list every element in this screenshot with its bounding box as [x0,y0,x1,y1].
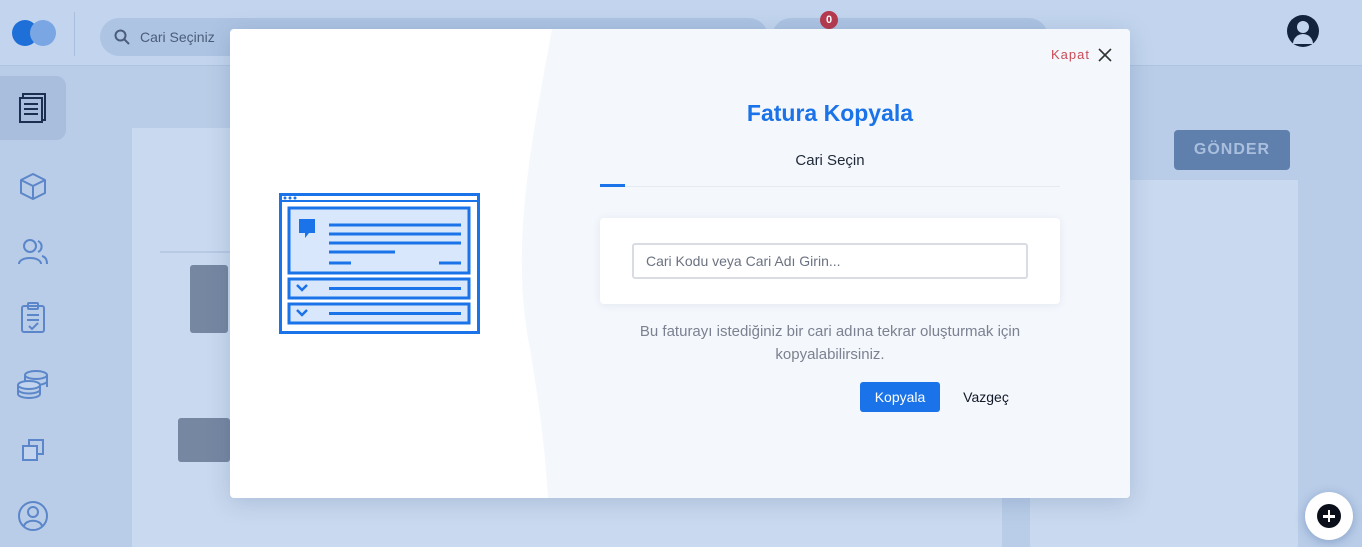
box-icon [20,173,46,200]
user-circle-icon [18,501,48,531]
divider [74,12,75,56]
cart-count-badge: 0 [820,11,838,29]
sidebar-item-customers[interactable] [0,220,66,284]
sidebar-item-invoices[interactable] [0,76,66,140]
cancel-button[interactable]: Vazgeç [948,382,1024,412]
search-icon [114,29,130,45]
sidebar-item-copy[interactable] [0,418,66,482]
cari-input-card [600,218,1060,304]
close-icon [1098,47,1112,62]
clipboard-icon [21,302,45,333]
sidebar-item-finance[interactable] [0,352,66,416]
info-text: Bu faturayı istediğiniz bir cari adına t… [639,323,1021,363]
tab-divider [600,186,1060,187]
invoice-document-illustration [279,193,480,334]
modal-title: Fatura Kopyala [746,100,914,126]
send-button[interactable]: GÖNDER [1174,130,1290,170]
copy-button[interactable]: Kopyala [860,382,940,412]
active-tab-indicator [600,184,625,187]
copy-icon [22,439,44,461]
sidebar-item-profile[interactable] [0,484,66,547]
divider [160,251,230,253]
close-modal-button[interactable]: Kapat [1051,47,1112,62]
sidebar-item-orders[interactable] [0,286,66,350]
invoice-icon [19,93,46,123]
tab-cari-secin[interactable]: Cari Seçin [600,152,1060,169]
coins-icon [17,370,48,399]
cari-search-input[interactable] [632,243,1028,279]
sidebar [0,66,66,547]
app-logo[interactable] [12,20,58,46]
user-avatar-icon[interactable] [1287,15,1319,47]
product-thumbnail [178,418,230,462]
product-thumbnail [190,265,228,333]
users-icon [18,239,48,265]
sidebar-item-products[interactable] [0,154,66,218]
close-label: Kapat [1051,47,1090,62]
search-placeholder: Cari Seçiniz [140,29,215,45]
add-fab-button[interactable] [1305,492,1353,540]
copy-invoice-modal: Kapat Fatura Kopyala Cari Seçin Bu fatur… [230,29,1130,498]
